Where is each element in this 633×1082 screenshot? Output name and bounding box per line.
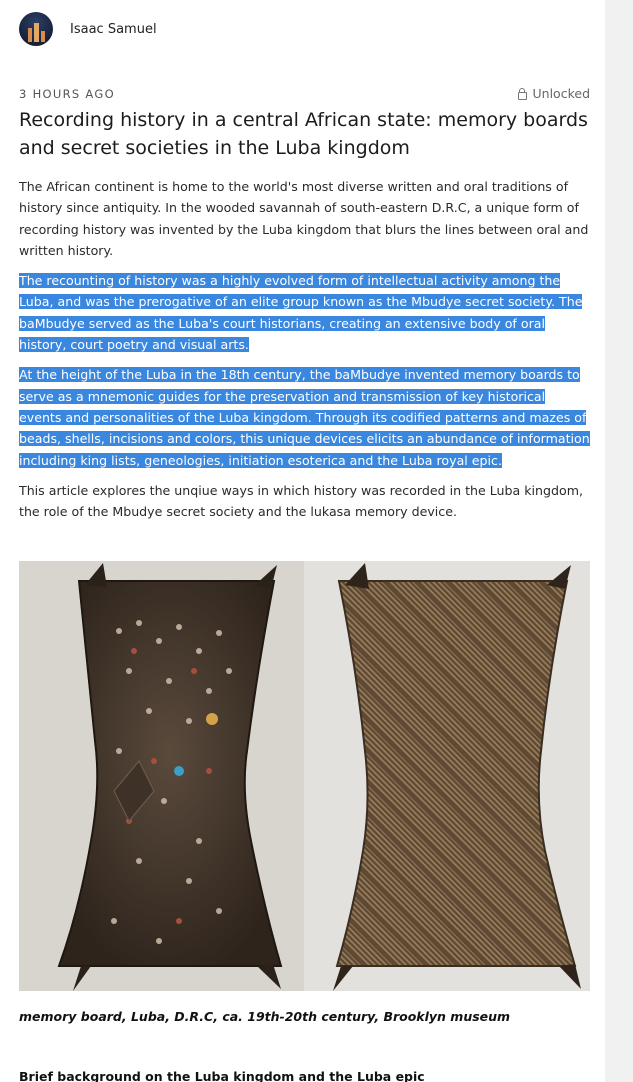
memory-board-back xyxy=(335,580,577,967)
selected-text: At the height of the Luba in the 18th ce… xyxy=(19,367,590,468)
lock-icon xyxy=(517,87,527,100)
selected-text: The recounting of history was a highly e… xyxy=(19,273,583,353)
paragraph: The African continent is home to the wor… xyxy=(19,176,591,261)
post-timestamp: 3 HOURS AGO xyxy=(19,86,115,101)
section-heading: Brief background on the Luba kingdom and… xyxy=(19,1069,425,1082)
post-card: Isaac Samuel 3 HOURS AGO Unlocked Record… xyxy=(0,0,605,1082)
author-name[interactable]: Isaac Samuel xyxy=(70,22,157,37)
author-row[interactable]: Isaac Samuel xyxy=(19,11,157,47)
paragraph-selected: The recounting of history was a highly e… xyxy=(19,270,591,355)
page-background xyxy=(605,0,633,1082)
paragraph-text: The African continent is home to the wor… xyxy=(19,179,589,258)
memory-board-photo[interactable] xyxy=(19,561,590,991)
memory-board-illustration xyxy=(19,561,590,991)
board-blue-bead xyxy=(174,766,184,776)
paragraph-selected: At the height of the Luba in the 18th ce… xyxy=(19,364,591,470)
unlock-label: Unlocked xyxy=(532,86,590,101)
unlock-status: Unlocked xyxy=(517,86,590,101)
board-gold-disc xyxy=(206,713,218,725)
figure-caption: memory board, Luba, D.R.C, ca. 19th-20th… xyxy=(19,1009,511,1024)
post-title: Recording history in a central African s… xyxy=(19,109,588,159)
paragraph: This article explores the unqiue ways in… xyxy=(19,480,591,523)
post-body: The African continent is home to the wor… xyxy=(19,176,591,531)
paragraph-text: This article explores the unqiue ways in… xyxy=(19,482,583,520)
avatar[interactable] xyxy=(19,12,53,46)
post-meta: 3 HOURS AGO Unlocked xyxy=(19,86,590,101)
